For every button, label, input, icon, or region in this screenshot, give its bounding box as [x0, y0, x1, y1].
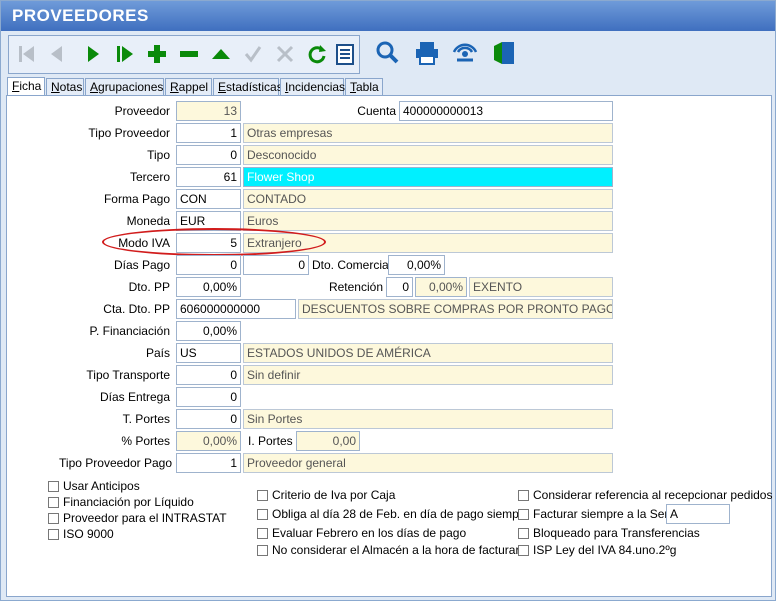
- moneda-desc: Euros: [243, 211, 613, 231]
- previous-record-icon[interactable]: [43, 40, 71, 68]
- tipo-label: Tipo: [147, 148, 170, 162]
- proveedor-label: Proveedor: [114, 104, 170, 118]
- intrastat-checkbox[interactable]: Proveedor para el INTRASTAT: [48, 511, 227, 525]
- cta-dto-pp-label: Cta. Dto. PP: [103, 302, 170, 316]
- tercero-field[interactable]: 61: [176, 167, 241, 187]
- tipo-proveedor-label: Tipo Proveedor: [88, 126, 170, 140]
- delete-icon[interactable]: [175, 40, 203, 68]
- tab-notas[interactable]: Notas: [46, 78, 84, 96]
- dto-comercial-label: Dto. Comercial: [312, 258, 392, 272]
- last-record-icon[interactable]: [111, 40, 139, 68]
- tercero-desc: Flower Shop: [243, 167, 613, 187]
- tipo-proveedor-desc: Otras empresas: [243, 123, 613, 143]
- forma-pago-field[interactable]: CON: [176, 189, 241, 209]
- proveedor-field[interactable]: 13: [176, 101, 241, 121]
- considerar-referencia-checkbox[interactable]: Considerar referencia al recepcionar ped…: [518, 488, 772, 502]
- pct-portes-label: % Portes: [121, 434, 170, 448]
- tipo-proveedor-field[interactable]: 1: [176, 123, 241, 143]
- t-portes-field[interactable]: 0: [176, 409, 241, 429]
- t-portes-desc: Sin Portes: [243, 409, 613, 429]
- modo-iva-desc: Extranjero: [243, 233, 613, 253]
- navigation-toolbar: [8, 35, 360, 74]
- p-financiacion-label: P. Financiación: [89, 324, 171, 338]
- tab-ficha[interactable]: Ficha: [7, 77, 45, 96]
- print-icon[interactable]: [413, 39, 441, 67]
- dias-pago-label: Días Pago: [113, 258, 170, 272]
- pais-label: País: [145, 346, 170, 360]
- refresh-icon[interactable]: [303, 40, 331, 68]
- usar-anticipos-checkbox[interactable]: Usar Anticipos: [48, 479, 140, 493]
- dto-pp-field[interactable]: 0,00%: [176, 277, 241, 297]
- modo-iva-label: Modo IVA: [118, 236, 170, 250]
- exit-door-icon[interactable]: [491, 39, 519, 67]
- tipo-field[interactable]: 0: [176, 145, 241, 165]
- moneda-field[interactable]: EUR: [176, 211, 241, 231]
- tipo-desc: Desconocido: [243, 145, 613, 165]
- modo-iva-field[interactable]: 5: [176, 233, 241, 253]
- cuenta-field[interactable]: 400000000013: [399, 101, 613, 121]
- tipo-proveedor-pago-desc: Proveedor general: [243, 453, 613, 473]
- signal-icon[interactable]: [451, 39, 479, 67]
- retencion-label: Retención: [328, 280, 383, 294]
- tipo-proveedor-pago-label: Tipo Proveedor Pago: [59, 456, 172, 470]
- tipo-proveedor-pago-field[interactable]: 1: [176, 453, 241, 473]
- forma-pago-label: Forma Pago: [103, 192, 170, 206]
- iso-9000-checkbox[interactable]: ISO 9000: [48, 527, 114, 541]
- cuenta-label: Cuenta: [357, 104, 396, 118]
- confirm-icon[interactable]: [239, 40, 267, 68]
- pais-field[interactable]: US: [176, 343, 241, 363]
- tab-incidencias[interactable]: Incidencias: [280, 78, 345, 96]
- list-icon[interactable]: [331, 40, 359, 68]
- dias-pago-field-2[interactable]: 0: [243, 255, 309, 275]
- isp-ley-iva-checkbox[interactable]: ISP Ley del IVA 84.uno.2ºg: [518, 543, 676, 557]
- moneda-label: Moneda: [126, 214, 170, 228]
- tab-agrupaciones[interactable]: Agrupaciones: [85, 78, 164, 96]
- forma-pago-desc: CONTADO: [243, 189, 613, 209]
- tab-rappel[interactable]: Rappel: [165, 78, 212, 96]
- evaluar-febrero-checkbox[interactable]: Evaluar Febrero en los días de pago: [257, 526, 466, 540]
- title-bar: PROVEEDORES: [1, 1, 775, 31]
- tipo-transporte-label: Tipo Transporte: [86, 368, 170, 382]
- dias-pago-field-1[interactable]: 0: [176, 255, 241, 275]
- tercero-label: Tercero: [129, 170, 170, 184]
- tab-estadisticas[interactable]: Estadísticas: [213, 78, 283, 96]
- t-portes-label: T. Portes: [122, 412, 170, 426]
- dias-entrega-label: Días Entrega: [99, 390, 170, 404]
- no-considerar-almacen-checkbox[interactable]: No considerar el Almacén a la hora de fa…: [257, 543, 519, 557]
- window-title: PROVEEDORES: [12, 6, 149, 25]
- next-record-icon[interactable]: [79, 40, 107, 68]
- dto-pp-label: Dto. PP: [128, 280, 170, 294]
- bloqueado-transferencias-checkbox[interactable]: Bloqueado para Transferencias: [518, 526, 700, 540]
- cta-dto-pp-desc: DESCUENTOS SOBRE COMPRAS POR PRONTO PAGO…: [298, 299, 613, 319]
- retencion-field[interactable]: 0: [386, 277, 413, 297]
- tipo-transporte-desc: Sin definir: [243, 365, 613, 385]
- pct-portes-field[interactable]: 0,00%: [176, 431, 241, 451]
- obliga-dia-28-checkbox[interactable]: Obliga al día 28 de Feb. en día de pago …: [257, 507, 530, 521]
- retencion-desc: EXENTO: [469, 277, 613, 297]
- i-portes-label: I. Portes: [248, 434, 293, 448]
- serie-field[interactable]: A: [666, 504, 730, 524]
- i-portes-field[interactable]: 0,00: [296, 431, 360, 451]
- first-record-icon[interactable]: [13, 40, 41, 68]
- cta-dto-pp-field[interactable]: 606000000000: [176, 299, 296, 319]
- retencion-pct: 0,00%: [415, 277, 467, 297]
- tipo-transporte-field[interactable]: 0: [176, 365, 241, 385]
- criterio-iva-caja-checkbox[interactable]: Criterio de Iva por Caja: [257, 488, 395, 502]
- pais-desc: ESTADOS UNIDOS DE AMÉRICA: [243, 343, 613, 363]
- financiacion-liquido-checkbox[interactable]: Financiación por Líquido: [48, 495, 194, 509]
- up-icon[interactable]: [207, 40, 235, 68]
- cancel-icon[interactable]: [271, 40, 299, 68]
- facturar-serie-checkbox[interactable]: Facturar siempre a la Serie: [518, 507, 678, 521]
- search-icon[interactable]: [373, 39, 401, 67]
- dias-entrega-field[interactable]: 0: [176, 387, 241, 407]
- dto-comercial-field[interactable]: 0,00%: [388, 255, 445, 275]
- tab-tabla[interactable]: Tabla: [345, 78, 383, 96]
- add-icon[interactable]: [143, 40, 171, 68]
- p-financiacion-field[interactable]: 0,00%: [176, 321, 241, 341]
